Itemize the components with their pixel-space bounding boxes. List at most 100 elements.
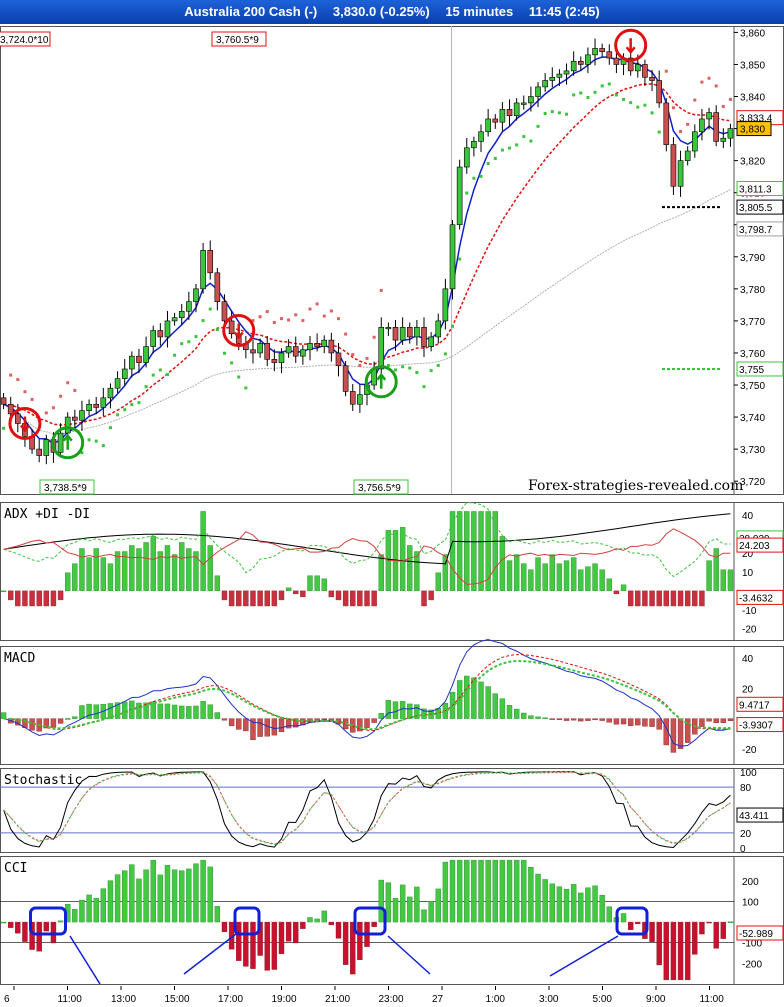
cci-histogram-bar <box>684 921 691 981</box>
price-axis-tick-label: 3,780 <box>740 285 765 296</box>
time-axis-label: 21:00 <box>325 994 350 1005</box>
adx-histogram-bar <box>649 590 655 607</box>
cci-histogram-bar <box>293 921 299 944</box>
adx-histogram-bar <box>22 590 28 607</box>
macd-histogram-bar <box>535 716 541 719</box>
cci-histogram-bar <box>421 909 427 923</box>
candle-body <box>435 320 442 338</box>
cci-histogram-bar <box>513 859 520 923</box>
sar-dot <box>536 124 540 128</box>
sar-dot <box>600 84 604 88</box>
macd-histogram-bar <box>271 718 278 736</box>
candle-body <box>649 76 655 81</box>
candle-body <box>599 48 605 52</box>
macd-histogram-bar <box>371 718 377 723</box>
cci-histogram-bar <box>150 860 156 923</box>
price-axis-tick-label: 3,770 <box>740 317 765 328</box>
adx-histogram-bar <box>250 590 256 607</box>
macd-histogram-bar <box>278 718 285 732</box>
macd-histogram-bar <box>179 705 185 719</box>
candle-body <box>428 336 434 347</box>
adx-histogram-bar <box>0 590 7 593</box>
stoch-axis-label: 100 <box>740 768 757 779</box>
candle-body <box>613 57 620 65</box>
macd-histogram-bar <box>385 700 392 719</box>
cci-histogram-bar <box>442 861 449 923</box>
macd-histogram-bar <box>407 703 413 719</box>
cci-histogram-bar <box>606 906 612 923</box>
cci-histogram-bar <box>677 921 684 981</box>
sar-dot <box>721 104 725 108</box>
macd-histogram-bar <box>464 675 470 719</box>
sar-dot <box>151 373 155 377</box>
price-axis-tick-label: 3,820 <box>740 157 765 168</box>
adx-histogram-bar <box>428 590 434 601</box>
candle-body <box>228 320 235 335</box>
adx-histogram-bar <box>122 551 128 592</box>
candle-body <box>221 301 228 322</box>
sar-dot <box>679 129 683 133</box>
sar-dot <box>693 98 697 102</box>
macd-histogram-bar <box>200 701 206 719</box>
sar-dot <box>116 413 120 417</box>
candle-body <box>492 118 499 123</box>
cci-histogram-bar <box>43 921 50 932</box>
candle-body <box>499 109 506 123</box>
cci-histogram-bar <box>93 898 99 923</box>
macd-hist-value: -3.9307 <box>739 721 773 732</box>
sar-dot <box>422 385 426 389</box>
sar-dot <box>44 411 48 415</box>
cci-histogram-bar <box>300 921 306 929</box>
candle-body <box>186 301 192 312</box>
current-price: 3,830.0 (-0.25%) <box>332 4 430 19</box>
sar-dot <box>336 317 340 321</box>
candle-body <box>57 432 64 453</box>
candle-body <box>292 346 299 357</box>
sar-dot <box>500 148 504 152</box>
candle-body <box>592 48 598 56</box>
sar-dot <box>230 361 234 365</box>
chart-area[interactable]: 3,8603,8503,8403,8303,8203,8103,8003,790… <box>0 24 784 1007</box>
candle-body <box>36 448 42 456</box>
cci-histogram-bar <box>592 885 598 923</box>
sar-dot <box>372 335 376 339</box>
candle-body <box>107 387 114 399</box>
macd-histogram-bar <box>677 718 684 749</box>
adx-histogram-bar <box>720 569 727 592</box>
time-axis-label: 23:00 <box>379 994 404 1005</box>
cci-histogram-bar <box>556 886 563 923</box>
macd-histogram-bar <box>599 718 605 721</box>
adx-histogram-bar <box>706 560 712 592</box>
adx-histogram-bar <box>692 590 698 607</box>
adx-histogram-bar <box>271 590 278 607</box>
adx-histogram-bar <box>129 545 135 592</box>
adx-histogram-bar <box>378 554 384 592</box>
sar-dot <box>714 84 718 88</box>
cci-histogram-bar <box>186 868 192 923</box>
cci-histogram-bar <box>521 859 527 923</box>
adx-histogram-bar <box>699 590 705 607</box>
candle-body <box>321 339 328 347</box>
symbol-name: Australia 200 Cash (-) <box>184 4 318 19</box>
cci-histogram-bar <box>399 884 406 923</box>
cci-histogram-bar <box>464 859 470 923</box>
cci-histogram-bar <box>0 921 7 924</box>
adx-histogram-bar <box>521 563 527 592</box>
macd-histogram-bar <box>399 701 406 719</box>
sar-dot <box>458 257 462 261</box>
cci-histogram-bar <box>236 921 242 961</box>
timeframe: 15 minutes <box>445 4 514 19</box>
candle-body <box>421 327 427 347</box>
time-axis-label: 19:00 <box>272 994 297 1005</box>
sar-dot <box>522 135 526 139</box>
sar-dot <box>543 112 547 116</box>
adx-histogram-bar <box>57 590 64 601</box>
time-axis-label: 17:00 <box>218 994 243 1005</box>
cci-axis-label: -200 <box>742 959 762 970</box>
macd-histogram-bar <box>642 718 648 727</box>
time-axis-label: 1:00 <box>486 994 506 1005</box>
cci-histogram-bar <box>535 873 541 923</box>
adx-histogram-bar <box>464 511 470 592</box>
cci-histogram-bar <box>243 921 249 967</box>
candle-body <box>342 365 349 392</box>
